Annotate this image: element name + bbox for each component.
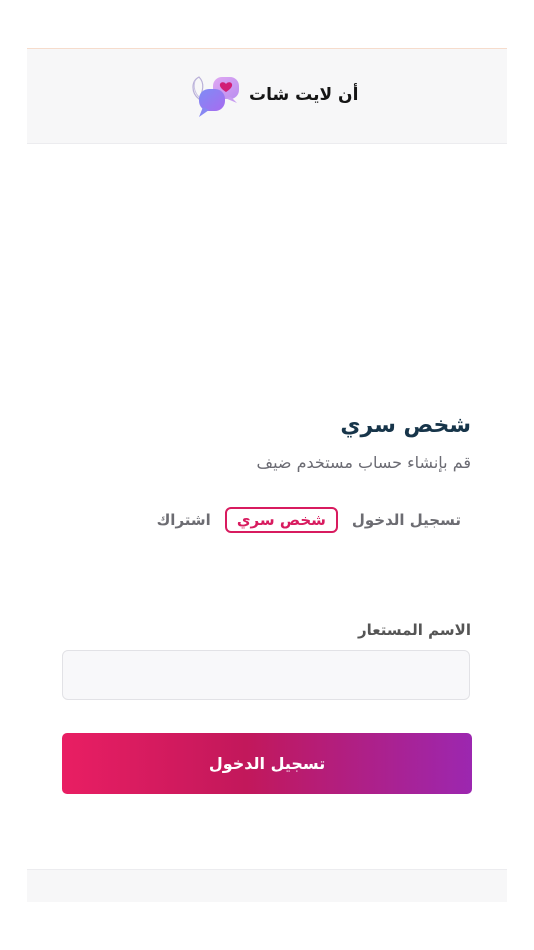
nickname-input[interactable] (62, 650, 470, 700)
form-subtitle: قم بإنشاء حساب مستخدم ضيف (256, 453, 471, 472)
login-form-area: شخص سري قم بإنشاء حساب مستخدم ضيف تسجيل … (27, 143, 507, 869)
app-header: أن لايت شات (27, 49, 507, 144)
brand[interactable]: أن لايت شات (185, 71, 359, 121)
tab-register[interactable]: اشتراك (157, 508, 211, 532)
auth-tabs: تسجيل الدخول شخص سري اشتراك (157, 505, 461, 535)
app-footer (27, 869, 507, 902)
form-title: شخص سري (340, 413, 471, 438)
app-frame: أن لايت شات شخص سري قم بإنشاء حساب مستخد… (27, 48, 507, 902)
brand-name: أن لايت شات (249, 85, 359, 105)
tab-login[interactable]: تسجيل الدخول (352, 508, 461, 532)
tab-guest[interactable]: شخص سري (224, 507, 338, 533)
nickname-label: الاسم المستعار (358, 621, 471, 639)
chat-bubbles-heart-logo-icon (192, 76, 239, 117)
login-submit-button[interactable]: تسجيل الدخول (62, 733, 472, 794)
